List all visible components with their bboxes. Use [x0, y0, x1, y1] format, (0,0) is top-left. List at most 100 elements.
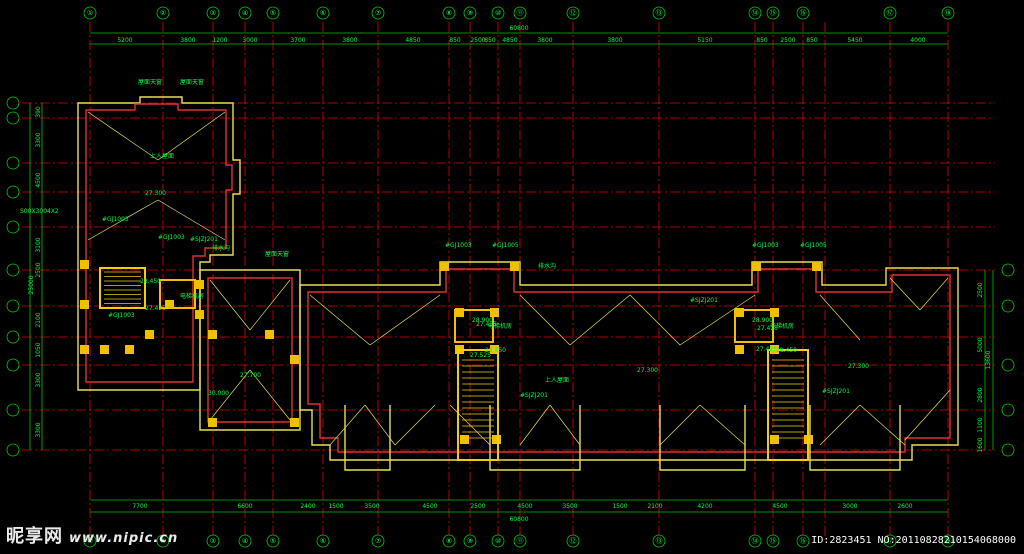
annotation-label: #GJ1005	[800, 242, 827, 249]
right-dim-label: 1100	[977, 417, 984, 432]
annotation-label: 27.425	[756, 346, 777, 353]
axis-bubble-right	[1001, 358, 1015, 372]
axis-bubble-top-label: ⑪	[517, 9, 524, 17]
column	[290, 418, 299, 427]
right-dim-label: 5000	[977, 337, 984, 352]
left-dim-label: 3300	[35, 422, 42, 437]
column	[770, 435, 779, 444]
top-dim-label: 4000	[910, 37, 925, 44]
annotation-label: 屋面天窗	[180, 78, 204, 86]
bottom-dim-label: 2600	[897, 503, 912, 510]
top-dim-label: 1200	[212, 37, 227, 44]
bottom-dim-label: 6600	[237, 503, 252, 510]
column	[460, 435, 469, 444]
axis-bubble-left	[6, 185, 20, 199]
axis-bubble-top-label: ⑤	[270, 9, 276, 17]
bottom-dim-label: 2400	[300, 503, 315, 510]
column	[125, 345, 134, 354]
axis-bubble-bottom-label: ⑬	[656, 537, 663, 545]
column	[195, 280, 204, 289]
annotation-label: 排水沟	[212, 244, 230, 252]
top-dim-label: 3800	[342, 37, 357, 44]
axis-bubble-left	[6, 263, 20, 277]
annotation-label: 27.425	[476, 321, 497, 328]
right-dim-label: 2500	[977, 282, 984, 297]
axis-bubble-bottom-label: ⑩	[495, 537, 501, 545]
left-dim-label: 2100	[35, 312, 42, 327]
annotation-label: 27.300	[848, 363, 869, 370]
annotation-label: #GJ1003	[158, 234, 185, 241]
annotation-label: #GJ1003	[102, 216, 129, 223]
column	[510, 262, 519, 271]
axis-bubble-bottom-label: ⑥	[320, 537, 326, 545]
axis-bubble-top-label: ⑦	[375, 9, 381, 17]
left-dim-label: 3100	[35, 237, 42, 252]
right-dim-label: 1600	[977, 437, 984, 452]
column	[752, 262, 761, 271]
left-dim-label: 3300	[35, 372, 42, 387]
axis-bubble-left	[6, 403, 20, 417]
axis-bubble-top-label: ①	[87, 9, 93, 17]
axis-bubble-bottom-label: ⑪	[517, 537, 524, 545]
axis-bubble-left	[6, 156, 20, 170]
left-dim-label: 390	[35, 106, 42, 118]
annotation-label: #GJ1005	[492, 242, 519, 249]
bottom-total-label: 60800	[509, 516, 528, 523]
column	[208, 330, 217, 339]
axis-bubble-top-label: ③	[210, 9, 216, 17]
annotation-label: S00X3004X2	[20, 208, 59, 215]
annotation-label: #SJZJ201	[822, 388, 850, 395]
annotation-label: 27.525	[470, 352, 491, 359]
watermark-logo: 昵享网	[6, 526, 63, 547]
axis-bubble-bottom-label: ⑦	[375, 537, 381, 545]
top-dim-label: 850	[756, 37, 768, 44]
axis-bubble-left	[6, 111, 20, 125]
bottom-dim-label: 4500	[772, 503, 787, 510]
column	[80, 300, 89, 309]
column	[735, 345, 744, 354]
bottom-dim-label: 3500	[364, 503, 379, 510]
annotation-label: 28.900	[752, 317, 773, 324]
axis-bubble-top-label: ⑯	[800, 9, 807, 17]
annotation-label: 电梯机房	[180, 292, 204, 300]
axis-bubble-bottom-label: ④	[242, 537, 248, 545]
axis-bubble-top-label: ②	[160, 9, 166, 17]
axis-bubble-left	[6, 443, 20, 457]
axis-bubble-top-label: ⑧	[446, 9, 452, 17]
left-dim-label: 3300	[35, 132, 42, 147]
axis-bubble-right	[1001, 299, 1015, 313]
annotation-label: 28.450	[776, 347, 797, 354]
axis-bubble-top-label: ⑱	[945, 9, 952, 17]
top-dim-label: 3800	[607, 37, 622, 44]
axis-bubble-left	[6, 299, 20, 313]
axis-bubble-right	[1001, 443, 1015, 457]
bottom-dim-label: 4500	[422, 503, 437, 510]
annotation-label: 27.300	[145, 190, 166, 197]
top-dim-label: 850	[484, 37, 496, 44]
annotation-label: 屋面天窗	[138, 78, 162, 86]
floor-plan-drawing: 60800 5200 3800 1200 3000 3700 3800 4850 850 2500…	[0, 0, 1024, 554]
annotation-label: #SJZJ201	[690, 297, 718, 304]
annotation-label: #SJZJ201	[190, 236, 218, 243]
top-dim-label: 2500	[780, 37, 795, 44]
axis-bubble-bottom-label: ⑯	[800, 537, 807, 545]
axis-bubble-top-label: ⑰	[887, 9, 894, 17]
axis-bubble-right	[1001, 403, 1015, 417]
watermark-brand: 昵享网 www.nipic.cn	[6, 522, 178, 548]
top-dim-label: 4850	[502, 37, 517, 44]
axis-bubble-bottom-label: ⑭	[752, 537, 759, 545]
top-dim-label: 3000	[242, 37, 257, 44]
bottom-dim-label: 2100	[647, 503, 662, 510]
axis-bubble-top-label: ④	[242, 9, 248, 17]
bottom-dim-label: 4500	[517, 503, 532, 510]
column	[100, 345, 109, 354]
axis-bubble-bottom-label: ⑮	[770, 537, 777, 545]
bottom-dim-label: 1500	[612, 503, 627, 510]
axis-bubble-top-label: ⑮	[770, 9, 777, 17]
top-total-label: 60800	[509, 25, 528, 32]
column	[80, 260, 89, 269]
bottom-dim-label: 3500	[562, 503, 577, 510]
top-dim-label: 3700	[290, 37, 305, 44]
annotation-label: 排水沟	[538, 262, 556, 270]
annotation-label: #GJ1003	[108, 312, 135, 319]
